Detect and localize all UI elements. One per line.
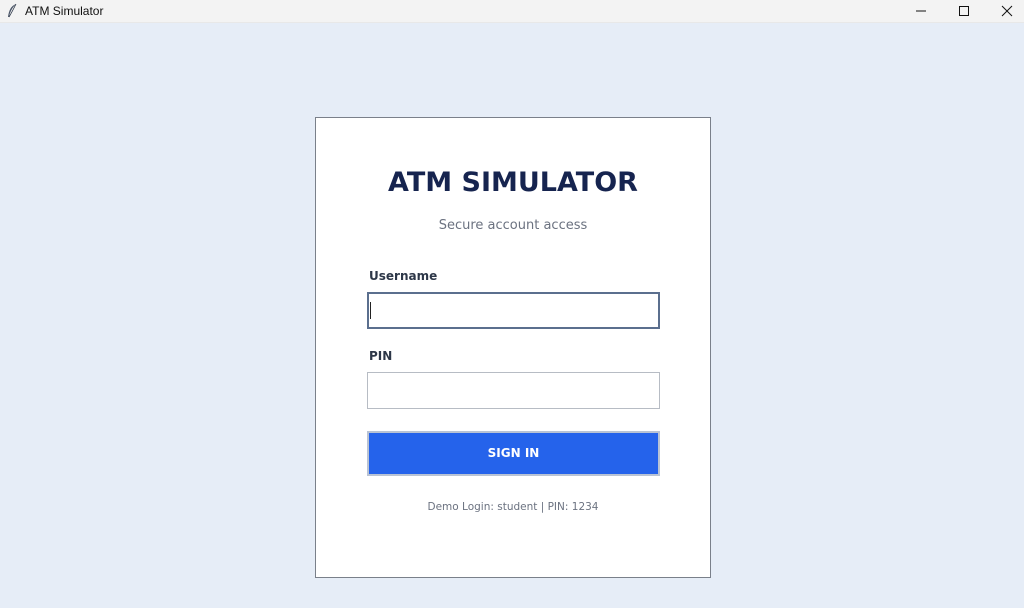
window-title: ATM Simulator [25,4,104,18]
close-icon [1001,5,1013,17]
maximize-button[interactable] [942,0,986,23]
maximize-icon [959,6,969,16]
close-button[interactable] [985,0,1024,23]
sign-in-button[interactable]: SIGN IN [367,431,660,476]
text-caret [370,302,371,319]
pin-label: PIN [369,349,393,363]
feather-icon [6,3,18,19]
username-input[interactable] [367,292,660,329]
minimize-icon [916,10,926,12]
title-bar: ATM Simulator [0,0,1024,23]
demo-login-hint: Demo Login: student | PIN: 1234 [427,501,599,513]
app-title: ATM SIMULATOR [388,167,638,198]
username-label: Username [369,269,438,283]
login-card: ATM SIMULATOR Secure account access User… [315,117,711,578]
app-subtitle: Secure account access [438,218,588,233]
pin-input[interactable] [367,372,660,409]
minimize-button[interactable] [899,0,943,23]
